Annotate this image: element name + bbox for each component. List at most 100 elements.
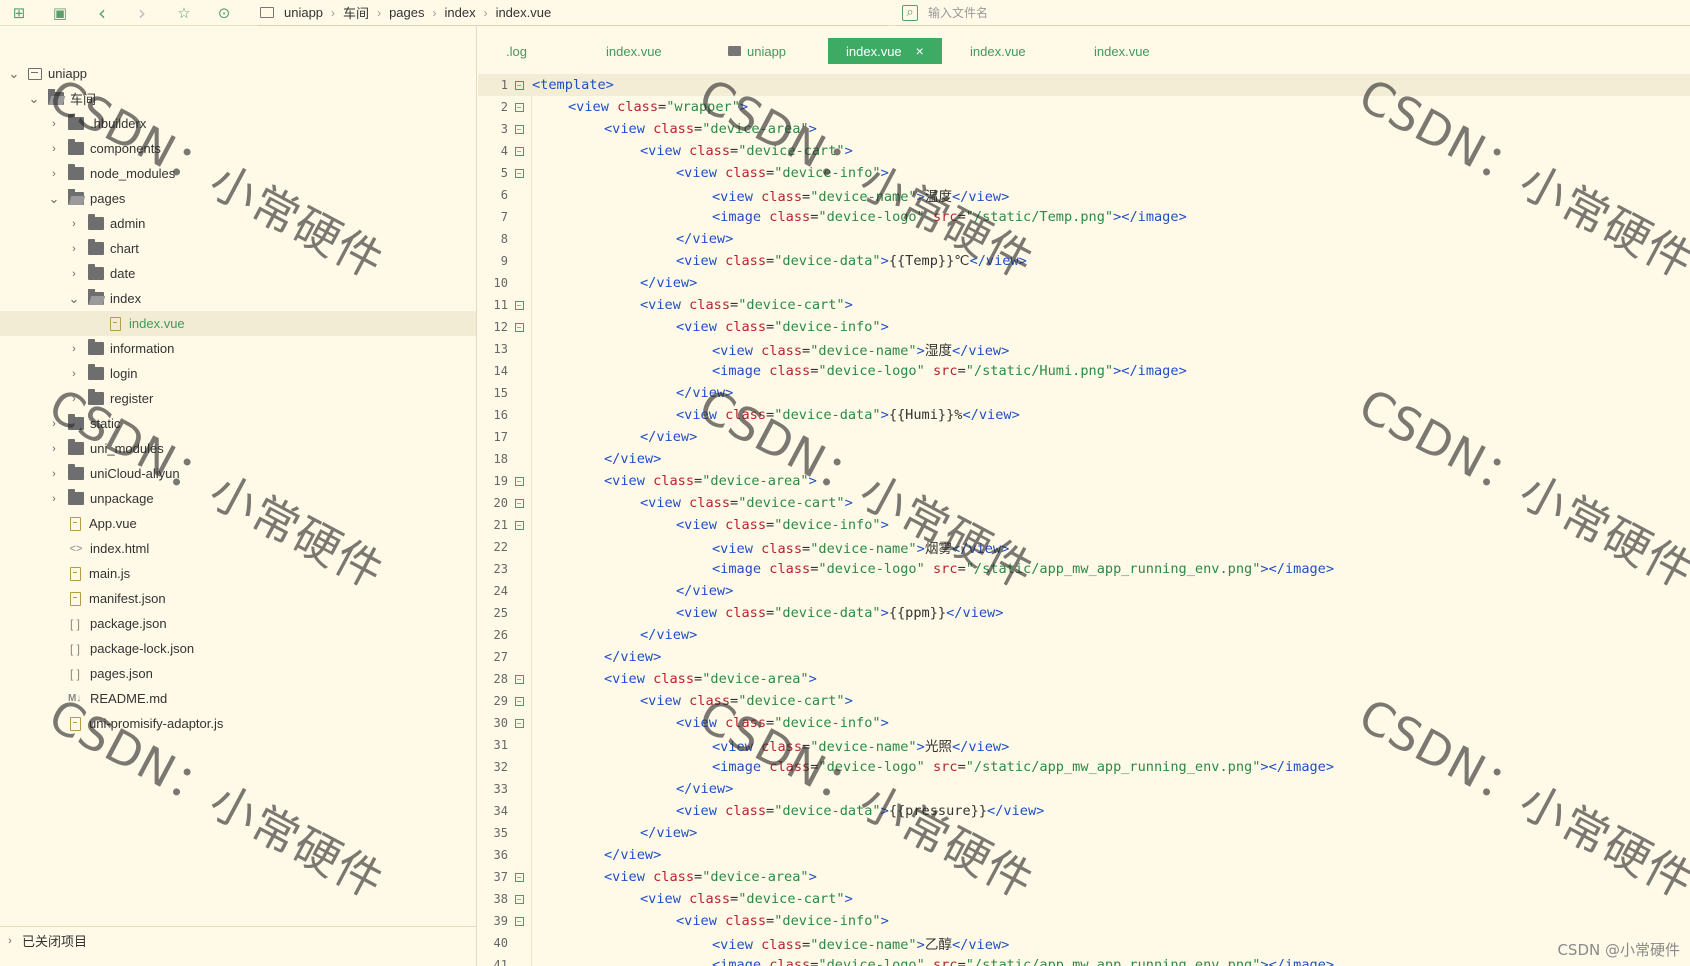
chevron-right-icon[interactable]: › [68, 393, 80, 405]
run-icon[interactable]: ⊙ [214, 3, 234, 23]
fold-toggle-icon[interactable]: − [512, 910, 526, 932]
code-line[interactable]: 30− <view class="device-info"> [478, 712, 1690, 734]
code-line[interactable]: 7 <image class="device-logo" src="/static… [478, 206, 1690, 228]
tree-item[interactable]: › uniCloud-aliyun [0, 461, 476, 486]
chevron-down-icon[interactable]: ⌄ [48, 192, 60, 205]
code-line[interactable]: 24 </view> [478, 580, 1690, 602]
breadcrumb-item[interactable]: uniapp [284, 5, 323, 20]
close-icon[interactable]: × [916, 43, 924, 59]
fold-toggle-icon[interactable]: − [512, 118, 526, 140]
search-input[interactable]: 输入文件名 [928, 4, 988, 21]
fold-toggle-icon[interactable]: − [512, 712, 526, 734]
tree-item[interactable]: main.js [0, 561, 476, 586]
chevron-right-icon[interactable]: › [48, 143, 60, 155]
code-line[interactable]: 17 </view> [478, 426, 1690, 448]
tree-item[interactable]: ⌄ pages [0, 186, 476, 211]
tree-item[interactable]: ⌄ index [0, 286, 476, 311]
tree-item[interactable]: › information [0, 336, 476, 361]
chevron-down-icon[interactable]: ⌄ [28, 92, 40, 105]
code-line[interactable]: 20− <view class="device-cart"> [478, 492, 1690, 514]
code-line[interactable]: 12− <view class="device-info"> [478, 316, 1690, 338]
new-file-icon[interactable]: ⊞ [9, 3, 29, 23]
chevron-right-icon[interactable]: › [48, 468, 60, 480]
code-line[interactable]: 32 <image class="device-logo" src="/stati… [478, 756, 1690, 778]
tree-item[interactable]: [ ] pages.json [0, 661, 476, 686]
editor-tab[interactable]: index.vue × [828, 38, 942, 64]
fold-toggle-icon[interactable]: − [512, 888, 526, 910]
breadcrumb-item[interactable]: 车间 [343, 3, 369, 22]
code-line[interactable]: 14 <image class="device-logo" src="/stati… [478, 360, 1690, 382]
fold-toggle-icon[interactable]: − [512, 96, 526, 118]
code-line[interactable]: 26 </view> [478, 624, 1690, 646]
code-line[interactable]: 31 <view class="device-name">光照</view> [478, 734, 1690, 756]
tree-item[interactable]: ⌄ uniapp [0, 61, 476, 86]
chevron-right-icon[interactable]: › [68, 243, 80, 255]
chevron-right-icon[interactable]: › [68, 368, 80, 380]
fold-toggle-icon[interactable]: − [512, 492, 526, 514]
code-line[interactable]: 41 <image class="device-logo" src="/stati… [478, 954, 1690, 966]
tree-item[interactable]: index.vue [0, 311, 476, 336]
code-line[interactable]: 27 </view> [478, 646, 1690, 668]
chevron-right-icon[interactable]: › [68, 343, 80, 355]
tree-item[interactable]: › .hbuilderx [0, 111, 476, 136]
forward-icon[interactable]: › [132, 1, 152, 25]
editor-tab[interactable]: index.vue [1076, 38, 1168, 64]
code-line[interactable]: 21− <view class="device-info"> [478, 514, 1690, 536]
tree-item[interactable]: M↓ README.md [0, 686, 476, 711]
code-line[interactable]: 25 <view class="device-data">{{ppm}}</vie… [478, 602, 1690, 624]
editor-tab[interactable]: index.vue [952, 38, 1044, 64]
code-line[interactable]: 34 <view class="device-data">{{pressure}}… [478, 800, 1690, 822]
code-line[interactable]: 23 <image class="device-logo" src="/stati… [478, 558, 1690, 580]
code-line[interactable]: 19− <view class="device-area"> [478, 470, 1690, 492]
fold-toggle-icon[interactable]: − [512, 74, 526, 96]
code-line[interactable]: 5− <view class="device-info"> [478, 162, 1690, 184]
tree-item[interactable]: [ ] package.json [0, 611, 476, 636]
tree-item[interactable]: › uni_modules [0, 436, 476, 461]
tree-item[interactable]: › components [0, 136, 476, 161]
fold-toggle-icon[interactable]: − [512, 294, 526, 316]
chevron-right-icon[interactable]: › [48, 418, 60, 430]
tree-item[interactable]: › unpackage [0, 486, 476, 511]
fold-toggle-icon[interactable]: − [512, 470, 526, 492]
chevron-right-icon[interactable]: › [4, 935, 16, 947]
fold-toggle-icon[interactable]: − [512, 866, 526, 888]
code-line[interactable]: 3− <view class="device-area"> [478, 118, 1690, 140]
code-line[interactable]: 33 </view> [478, 778, 1690, 800]
editor-tab[interactable]: index.vue [588, 38, 680, 64]
tree-item[interactable]: › chart [0, 236, 476, 261]
code-line[interactable]: 6 <view class="device-name">温度</view> [478, 184, 1690, 206]
code-line[interactable]: 4− <view class="device-cart"> [478, 140, 1690, 162]
code-line[interactable]: 38− <view class="device-cart"> [478, 888, 1690, 910]
chevron-right-icon[interactable]: › [68, 268, 80, 280]
code-line[interactable]: 22 <view class="device-name">烟雾</view> [478, 536, 1690, 558]
chevron-down-icon[interactable]: ⌄ [8, 67, 20, 80]
code-line[interactable]: 39− <view class="device-info"> [478, 910, 1690, 932]
code-line[interactable]: 16 <view class="device-data">{{Humi}}%</v… [478, 404, 1690, 426]
code-line[interactable]: 10 </view> [478, 272, 1690, 294]
tree-item[interactable]: › login [0, 361, 476, 386]
file-search[interactable]: ⌕ 输入文件名 [896, 0, 1690, 26]
code-line[interactable]: 2− <view class="wrapper"> [478, 96, 1690, 118]
tree-item[interactable]: [ ] package-lock.json [0, 636, 476, 661]
code-line[interactable]: 9 <view class="device-data">{{Temp}}℃</vi… [478, 250, 1690, 272]
save-icon[interactable]: ▣ [50, 3, 70, 23]
fold-toggle-icon[interactable]: − [512, 668, 526, 690]
editor-tab[interactable]: .log [488, 38, 545, 64]
chevron-right-icon[interactable]: › [68, 218, 80, 230]
breadcrumb-item[interactable]: index.vue [496, 5, 552, 20]
tree-item[interactable]: › static [0, 411, 476, 436]
fold-toggle-icon[interactable]: − [512, 162, 526, 184]
breadcrumb-item[interactable]: pages [389, 5, 424, 20]
code-line[interactable]: 40 <view class="device-name">乙醇</view> [478, 932, 1690, 954]
code-line[interactable]: 1− <template> [478, 74, 1690, 96]
editor-tab[interactable]: uniapp [710, 38, 804, 64]
fold-toggle-icon[interactable]: − [512, 690, 526, 712]
code-editor[interactable]: 1− <template> 2− <view class="wrapper"> 3− <v… [478, 74, 1690, 966]
tree-item[interactable]: ⌄ 车间 [0, 86, 476, 111]
code-line[interactable]: 8 </view> [478, 228, 1690, 250]
fold-toggle-icon[interactable]: − [512, 316, 526, 338]
chevron-right-icon[interactable]: › [48, 493, 60, 505]
tree-item[interactable]: manifest.json [0, 586, 476, 611]
chevron-right-icon[interactable]: › [48, 118, 60, 130]
tree-item[interactable]: › admin [0, 211, 476, 236]
